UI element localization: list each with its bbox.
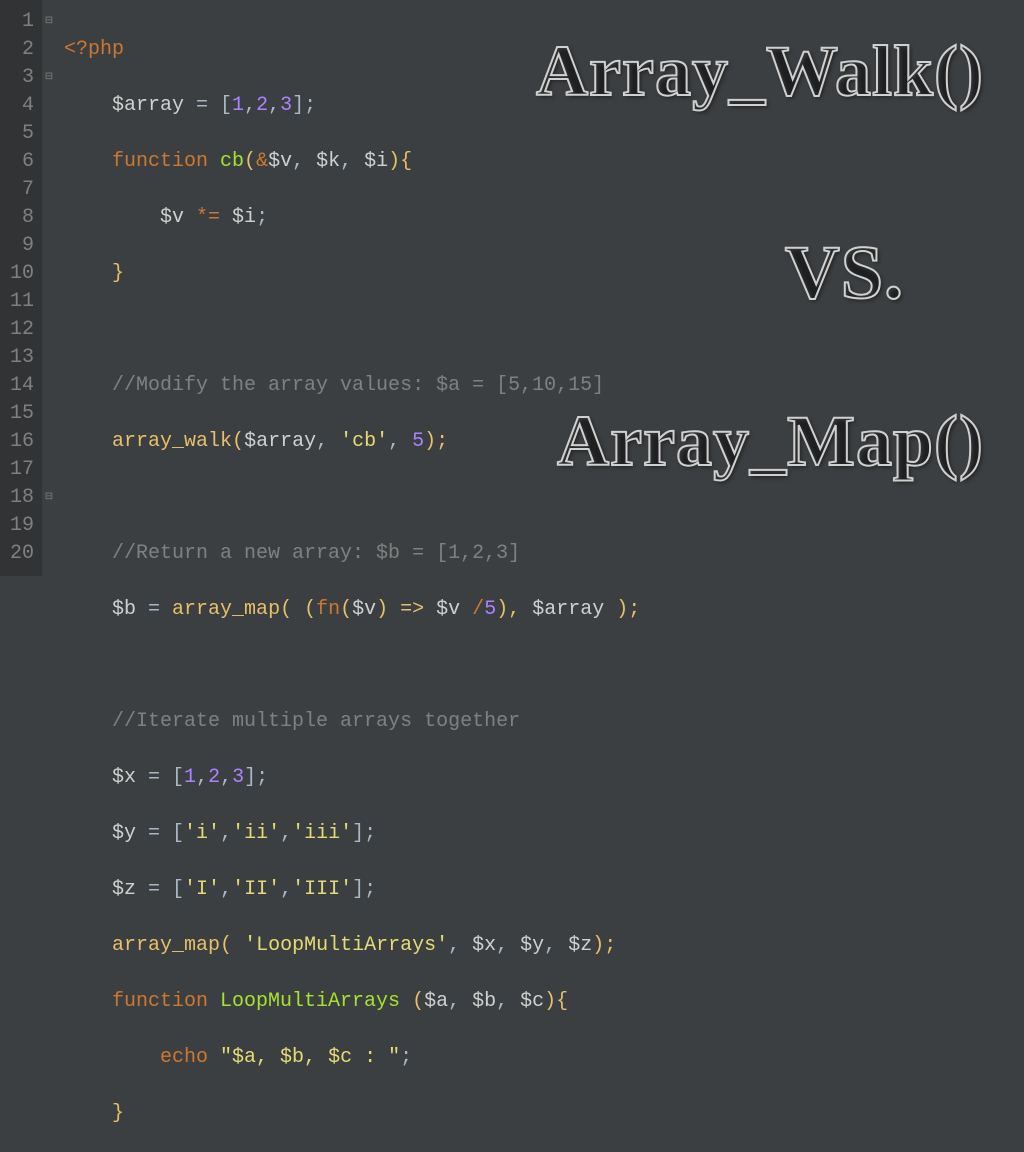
- code-line: //Return a new array: $b = [1,2,3]: [64, 540, 640, 568]
- fold-toggle: [42, 456, 56, 484]
- code-line: function cb(&$v, $k, $i){: [64, 148, 640, 176]
- line-number: 15: [4, 400, 34, 428]
- fold-toggle: [42, 372, 56, 400]
- code-line: echo "$a, $b, $c : ";: [64, 1044, 640, 1072]
- fold-toggle[interactable]: ⊟: [42, 8, 56, 36]
- fold-toggle: [42, 148, 56, 176]
- code-line: $v *= $i;: [64, 204, 640, 232]
- fold-toggle: [42, 428, 56, 456]
- fold-toggle: [42, 400, 56, 428]
- fold-toggle: [42, 316, 56, 344]
- line-number-gutter: 1 2 3 4 5 6 7 8 9 10 11 12 13 14 15 16 1…: [0, 0, 42, 576]
- code-line: $array = [1,2,3];: [64, 92, 640, 120]
- line-number: 2: [4, 36, 34, 64]
- fold-toggle[interactable]: ⊟: [42, 64, 56, 92]
- line-number: 8: [4, 204, 34, 232]
- fold-toggle: [42, 176, 56, 204]
- fold-toggle: [42, 232, 56, 260]
- code-line: array_map( 'LoopMultiArrays', $x, $y, $z…: [64, 932, 640, 960]
- code-line: [64, 484, 640, 512]
- line-number: 16: [4, 428, 34, 456]
- line-number: 7: [4, 176, 34, 204]
- code-line: $y = ['i','ii','iii'];: [64, 820, 640, 848]
- line-number: 12: [4, 316, 34, 344]
- line-number: 14: [4, 372, 34, 400]
- fold-toggle[interactable]: ⊟: [42, 484, 56, 512]
- line-number: 4: [4, 92, 34, 120]
- code-line: }: [64, 260, 640, 288]
- code-line: <?php: [64, 36, 640, 64]
- code-line: $x = [1,2,3];: [64, 764, 640, 792]
- line-number: 10: [4, 260, 34, 288]
- code-line: //Modify the array values: $a = [5,10,15…: [64, 372, 640, 400]
- code-editor: 1 2 3 4 5 6 7 8 9 10 11 12 13 14 15 16 1…: [0, 0, 1024, 576]
- code-line: }: [64, 1100, 640, 1128]
- line-number: 18: [4, 484, 34, 512]
- line-number: 1: [4, 8, 34, 36]
- line-number: 3: [4, 64, 34, 92]
- line-number: 6: [4, 148, 34, 176]
- fold-toggle: [42, 288, 56, 316]
- line-number: 20: [4, 540, 34, 568]
- line-number: 9: [4, 232, 34, 260]
- fold-toggle: [42, 540, 56, 568]
- code-line: [64, 316, 640, 344]
- fold-column: ⊟ ⊟ ⊟: [42, 0, 56, 576]
- line-number: 17: [4, 456, 34, 484]
- fold-toggle: [42, 512, 56, 540]
- code-line: $z = ['I','II','III'];: [64, 876, 640, 904]
- code-line: [64, 652, 640, 680]
- code-line: //Iterate multiple arrays together: [64, 708, 640, 736]
- line-number: 5: [4, 120, 34, 148]
- fold-toggle: [42, 344, 56, 372]
- fold-toggle: [42, 92, 56, 120]
- code-line: function LoopMultiArrays ($a, $b, $c){: [64, 988, 640, 1016]
- code-line: $b = array_map( (fn($v) => $v /5), $arra…: [64, 596, 640, 624]
- fold-toggle: [42, 120, 56, 148]
- fold-toggle: [42, 260, 56, 288]
- code-line: array_walk($array, 'cb', 5);: [64, 428, 640, 456]
- code-area[interactable]: <?php $array = [1,2,3]; function cb(&$v,…: [56, 0, 640, 576]
- line-number: 19: [4, 512, 34, 540]
- fold-toggle: [42, 204, 56, 232]
- line-number: 13: [4, 344, 34, 372]
- line-number: 11: [4, 288, 34, 316]
- fold-toggle: [42, 36, 56, 64]
